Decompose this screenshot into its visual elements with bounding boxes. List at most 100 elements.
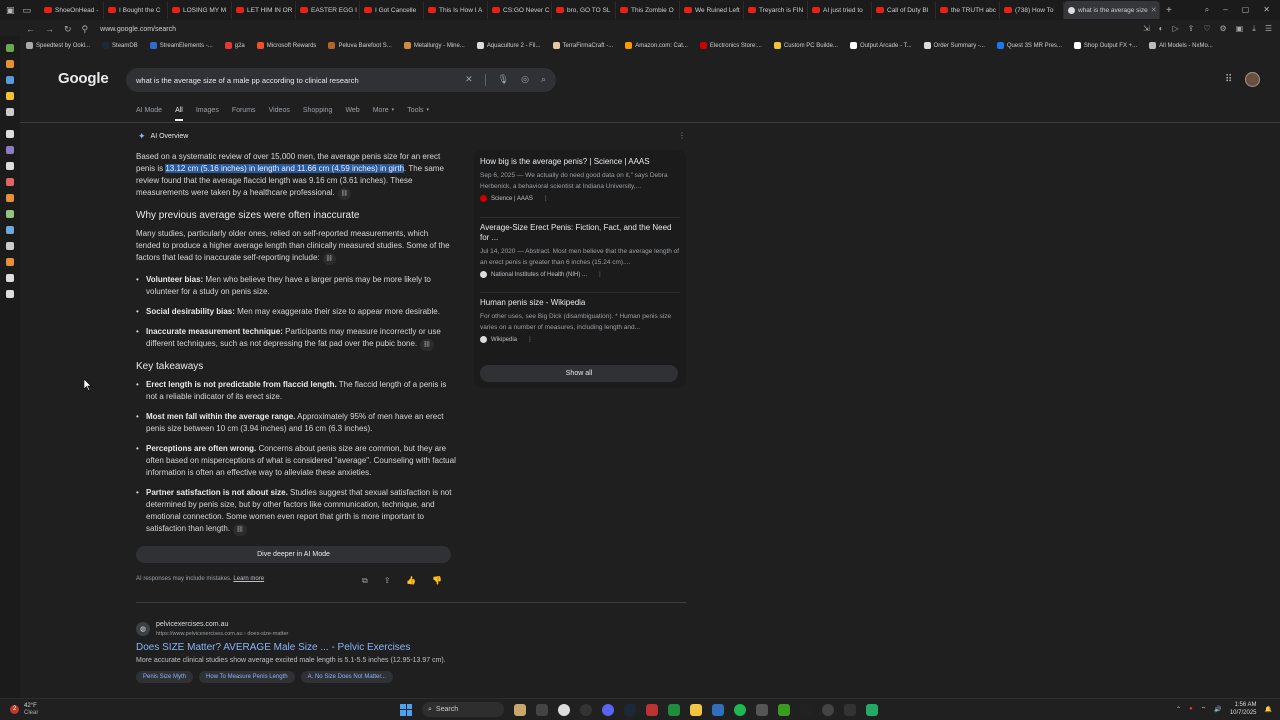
more-options-icon[interactable]: ⋮ — [678, 131, 686, 140]
sidebar-app-icon[interactable] — [6, 210, 14, 218]
browser-tab[interactable]: ShoeOnHead - — [40, 1, 104, 19]
related-chip[interactable]: A. No Size Does Not Matter... — [300, 671, 394, 683]
site-favicon[interactable]: ◍ — [136, 622, 150, 636]
sidebar-app-icon[interactable] — [6, 178, 14, 186]
link-icon[interactable]: ⛓ — [337, 188, 352, 200]
bookmark-item[interactable]: Quest 3S MR Pres... — [996, 42, 1062, 49]
taskbar-app-icon[interactable] — [646, 703, 658, 716]
back-button[interactable]: ← — [26, 24, 35, 34]
browser-tab[interactable]: (738) How To — [1000, 1, 1064, 19]
more-options-icon[interactable]: ⋮ — [543, 195, 549, 202]
sidebar-app-icon[interactable] — [6, 162, 14, 170]
discord-icon[interactable] — [602, 703, 614, 716]
sidebar-app-icon[interactable] — [6, 194, 14, 202]
avatar[interactable] — [1245, 72, 1260, 87]
clear-icon[interactable]: ✕ — [465, 74, 473, 86]
taskbar-app-icon[interactable] — [844, 703, 856, 716]
download-icon[interactable]: ⤓ — [1252, 24, 1256, 34]
minimize-button[interactable]: – — [1223, 5, 1227, 15]
tab-list-icon[interactable]: ▭ — [23, 5, 32, 16]
result-title[interactable]: Does SIZE Matter? AVERAGE Male Size ... … — [136, 642, 410, 653]
sidebar-app-icon[interactable] — [6, 226, 14, 234]
browser-tab[interactable]: I Got Cancelle — [360, 1, 424, 19]
bookmark-item[interactable]: Amazon.com: Cat... — [625, 42, 688, 49]
tab-tools[interactable]: Tools — [407, 107, 423, 121]
close-window-button[interactable]: ✕ — [1263, 5, 1270, 15]
result-site[interactable]: pelvicexercises.com.au — [156, 621, 228, 628]
tray-app-icon[interactable]: ● — [1189, 706, 1193, 712]
task-view-icon[interactable] — [536, 703, 548, 716]
source-site[interactable]: Science | AAAS ⋮ — [480, 195, 680, 202]
search-query[interactable]: what is the average size of a male pp ac… — [136, 76, 359, 85]
source-title[interactable]: Human penis size - Wikipedia — [480, 298, 680, 308]
sidebar-app-icon[interactable] — [6, 146, 14, 154]
bookmark-item[interactable]: TerraFirmaCraft -... — [552, 42, 613, 49]
browser-tab[interactable]: I Bought the C — [104, 1, 168, 19]
related-chip[interactable]: Penis Size Myth — [136, 671, 194, 683]
taskbar-app-icon[interactable] — [866, 703, 878, 716]
browser-tab[interactable]: EASTER EGG I — [296, 1, 360, 19]
browser-tab[interactable]: LET HIM IN OR — [232, 1, 296, 19]
browser-tab[interactable]: Call of Duty Bl — [872, 1, 936, 19]
obs-icon[interactable] — [822, 703, 834, 716]
show-all-button[interactable]: Show all — [480, 365, 678, 382]
taskbar-app-icon[interactable] — [514, 703, 526, 716]
taskbar-search[interactable]: ⌕ Search — [422, 702, 504, 717]
browser-tab[interactable]: bro, GO TO SL — [552, 1, 616, 19]
weather-widget[interactable]: 2 42°F Clear — [0, 703, 38, 717]
install-icon[interactable]: ⇲ — [1143, 24, 1150, 34]
lens-icon[interactable]: ◎ — [521, 74, 529, 86]
browser-tab[interactable]: CS:GO Never C — [488, 1, 552, 19]
sidebar-app-icon[interactable] — [6, 290, 14, 298]
tab-shopping[interactable]: Shopping — [303, 107, 333, 121]
bookmark-item[interactable]: Microsoft Rewards — [256, 42, 316, 49]
spotify-icon[interactable] — [734, 703, 746, 716]
tab-ai-mode[interactable]: AI Mode — [136, 107, 162, 121]
bookmark-item[interactable]: Peluva Barefoot S... — [328, 42, 392, 49]
new-tab-button[interactable]: + — [1160, 5, 1178, 16]
browser-tab[interactable]: This Zombie O — [616, 1, 680, 19]
settings-icon[interactable]: ⚙ — [1220, 24, 1227, 34]
source-card[interactable]: Human penis size - Wikipedia For other us… — [480, 298, 680, 343]
voice-search-icon[interactable]: 🎙 — [498, 74, 509, 86]
url-field[interactable]: www.google.com/search — [100, 26, 176, 33]
maximize-button[interactable]: ▢ — [1242, 5, 1250, 15]
tab-web[interactable]: Web — [345, 107, 359, 121]
sidebar-app-icon[interactable] — [6, 60, 14, 68]
link-icon[interactable]: ⛓ — [420, 339, 434, 351]
bookmark-item[interactable]: Shop Output FX +... — [1073, 42, 1137, 49]
bookmark-item[interactable]: Custom PC Builde... — [773, 42, 838, 49]
source-title[interactable]: How big is the average penis? | Science … — [480, 157, 680, 167]
minecraft-icon[interactable] — [778, 703, 790, 716]
bookmark-item[interactable]: g2a — [224, 42, 245, 49]
workspace-icon[interactable]: ▣ — [6, 5, 15, 16]
bookmark-item[interactable]: StreamElements -... — [149, 42, 213, 49]
play-icon[interactable]: ▷ — [1173, 24, 1179, 34]
bookmark-item[interactable]: Output Arcade - T... — [849, 42, 912, 49]
sidebar-app-icon[interactable] — [6, 76, 14, 84]
browser-tab[interactable]: AI just tried to — [808, 1, 872, 19]
reload-button[interactable]: ↻ — [64, 24, 72, 35]
notifications-icon[interactable]: 🔔 — [1265, 706, 1272, 713]
chevron-up-icon[interactable]: ⌃ — [1176, 706, 1181, 713]
bookmark-item[interactable]: Speedtest by Ookl... — [26, 42, 90, 49]
forward-button[interactable]: → — [45, 24, 54, 34]
dive-deeper-button[interactable]: Dive deeper in AI Mode — [136, 546, 451, 563]
bookmark-item[interactable]: Aquaculture 2 - Fil... — [476, 42, 541, 49]
start-button[interactable] — [400, 703, 412, 716]
link-icon[interactable]: ⛓ — [233, 524, 247, 536]
browser-tab[interactable]: LOSING MY M — [168, 1, 232, 19]
browser-tab[interactable]: We Ruined Left — [680, 1, 744, 19]
link-icon[interactable]: ⛓ — [322, 253, 337, 265]
steam-icon[interactable] — [624, 703, 636, 716]
thumbs-up-icon[interactable]: 👍 — [406, 576, 416, 586]
taskbar-app-icon[interactable] — [712, 703, 724, 716]
source-site[interactable]: Wikipedia ⋮ — [480, 336, 680, 343]
file-explorer-icon[interactable] — [690, 703, 702, 716]
tab-forums[interactable]: Forums — [232, 107, 256, 121]
sidebar-app-icon[interactable] — [6, 130, 14, 138]
bookmark-item[interactable]: Electronics Store:... — [699, 42, 762, 49]
tab-all[interactable]: All — [175, 107, 183, 121]
site-info-icon[interactable]: ⚲ — [82, 24, 89, 35]
bookmark-item[interactable]: SteamDB — [102, 42, 138, 49]
